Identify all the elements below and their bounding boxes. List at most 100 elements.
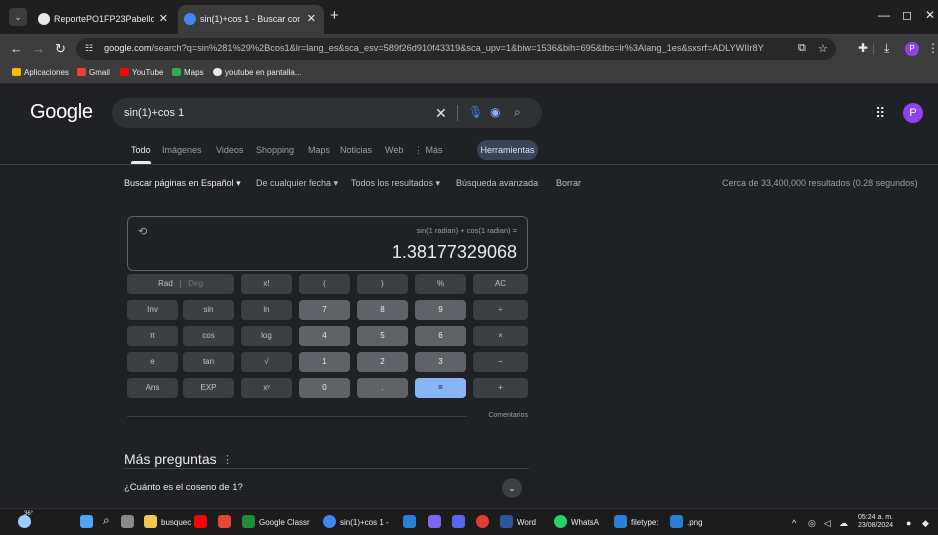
key-inv[interactable]: Inv xyxy=(127,300,178,320)
tab-search-button[interactable]: ⌄ xyxy=(9,8,27,26)
google-apps-icon[interactable]: ⠿ xyxy=(875,105,885,122)
key-factorial[interactable]: x! xyxy=(241,274,292,294)
start-button[interactable] xyxy=(80,515,97,528)
advanced-search-link[interactable]: Búsqueda avanzada xyxy=(456,178,538,188)
key-5[interactable]: 5 xyxy=(357,326,408,346)
key-plus[interactable]: + xyxy=(473,378,528,398)
search-input[interactable]: sin(1)+cos 1 xyxy=(124,107,184,119)
profile-avatar[interactable]: P xyxy=(905,42,919,56)
task-view-button[interactable] xyxy=(121,515,138,528)
wifi-icon[interactable]: ◎ xyxy=(808,518,816,529)
taskbar-app-youtube[interactable] xyxy=(194,515,211,528)
tools-button[interactable]: Herramientas xyxy=(477,140,538,160)
chevron-up-icon[interactable]: ^ xyxy=(792,518,796,528)
tab-mas[interactable]: ⋮ Más xyxy=(414,145,443,156)
history-icon[interactable]: ⟲ xyxy=(138,225,147,238)
key-8[interactable]: 8 xyxy=(357,300,408,320)
tab-imagenes[interactable]: Imágenes xyxy=(162,145,202,155)
taskbar-app-whatsapp[interactable]: WhatsA xyxy=(554,515,599,528)
restore-icon[interactable]: ◻ xyxy=(902,8,912,22)
account-avatar[interactable]: P xyxy=(903,103,923,123)
close-icon[interactable]: ✕ xyxy=(307,5,316,34)
language-filter[interactable]: Buscar páginas en Español ▾ xyxy=(124,178,241,189)
key-sin[interactable]: sin xyxy=(183,300,234,320)
key-ln[interactable]: ln xyxy=(241,300,292,320)
key-7[interactable]: 7 xyxy=(299,300,350,320)
key-cos[interactable]: cos xyxy=(183,326,234,346)
taskbar-app-gmail[interactable] xyxy=(218,515,235,528)
tab-google-search[interactable]: sin(1)+cos 1 - Buscar con Goo ✕ xyxy=(178,5,324,34)
key-1[interactable]: 1 xyxy=(299,352,350,372)
date-filter[interactable]: De cualquier fecha ▾ xyxy=(256,178,338,189)
onedrive-icon[interactable]: ☁ xyxy=(839,518,848,529)
tab-noticias[interactable]: Noticias xyxy=(340,145,372,155)
key-multiply[interactable]: × xyxy=(473,326,528,346)
rad-deg-toggle[interactable]: Rad | Deg xyxy=(127,274,234,294)
new-tab-button[interactable]: + xyxy=(330,7,339,24)
key-exp[interactable]: EXP xyxy=(183,378,234,398)
more-options-icon[interactable]: ⋮ xyxy=(222,453,233,466)
key-decimal[interactable]: . xyxy=(357,378,408,398)
tab-shopping[interactable]: Shopping xyxy=(256,145,294,155)
key-divide[interactable]: ÷ xyxy=(473,300,528,320)
bookmark-star-icon[interactable]: ☆ xyxy=(818,42,828,55)
key-deg[interactable]: Deg xyxy=(188,279,203,288)
minimize-icon[interactable]: — xyxy=(878,8,890,22)
clear-filters-link[interactable]: Borrar xyxy=(556,178,581,188)
key-log[interactable]: log xyxy=(241,326,292,346)
notification-icon[interactable]: ● xyxy=(906,518,911,528)
key-e[interactable]: e xyxy=(127,352,178,372)
bookmark-youtube-pantalla[interactable]: youtube en pantalla... xyxy=(213,68,302,77)
taskbar-app-png[interactable]: .png xyxy=(670,515,703,528)
key-open-paren[interactable]: ( xyxy=(299,274,350,294)
key-sqrt[interactable]: √ xyxy=(241,352,292,372)
taskbar-app-photos[interactable] xyxy=(403,515,420,528)
search-icon[interactable]: ⌕ xyxy=(103,513,110,528)
back-icon[interactable]: ← xyxy=(10,41,23,56)
key-0[interactable]: 0 xyxy=(299,378,350,398)
results-filter[interactable]: Todos los resultados ▾ xyxy=(351,178,440,189)
volume-icon[interactable]: ◁ xyxy=(824,518,831,529)
key-close-paren[interactable]: ) xyxy=(357,274,408,294)
chevron-down-icon[interactable]: ⌄ xyxy=(502,478,522,498)
reload-icon[interactable]: ↻ xyxy=(55,41,66,57)
google-logo[interactable]: Google xyxy=(30,101,93,124)
site-info-icon[interactable]: ☷ xyxy=(85,43,93,54)
taskbar-app-chrome[interactable]: sin(1)+cos 1 - xyxy=(323,515,389,528)
close-icon[interactable]: ✕ xyxy=(159,5,168,34)
menu-icon[interactable]: ⋮ xyxy=(927,41,938,55)
taskbar-app-m[interactable] xyxy=(428,515,445,528)
clear-icon[interactable]: ✕ xyxy=(435,105,447,122)
tab-reporte[interactable]: ReportePO1FP23PabelloSantos ✕ xyxy=(32,5,176,34)
bookmark-maps[interactable]: Maps xyxy=(172,68,204,77)
key-ac[interactable]: AC xyxy=(473,274,528,294)
key-2[interactable]: 2 xyxy=(357,352,408,372)
key-ans[interactable]: Ans xyxy=(127,378,178,398)
key-3[interactable]: 3 xyxy=(415,352,466,372)
bookmark-apps[interactable]: Aplicaciones xyxy=(12,68,69,77)
key-tan[interactable]: tan xyxy=(183,352,234,372)
taskbar-app-discord[interactable] xyxy=(452,515,469,528)
search-box[interactable]: sin(1)+cos 1 ✕ 🎙 ◉ ⌕ xyxy=(112,98,542,128)
key-power[interactable]: xʸ xyxy=(241,378,292,398)
url-text[interactable]: google.com/search?q=sin%281%29%2Bcos1&lr… xyxy=(104,43,764,53)
forward-icon[interactable]: → xyxy=(32,41,45,56)
taskbar-app-filetype[interactable]: filetype: xyxy=(614,515,659,528)
key-equals[interactable]: = xyxy=(415,378,466,398)
tab-todo[interactable]: Todo xyxy=(131,145,151,164)
tab-videos[interactable]: Videos xyxy=(216,145,243,155)
open-in-app-icon[interactable]: ⧉ xyxy=(798,42,806,55)
key-minus[interactable]: − xyxy=(473,352,528,372)
question-item[interactable]: ¿Cuánto es el coseno de 1? xyxy=(124,482,243,493)
key-9[interactable]: 9 xyxy=(415,300,466,320)
taskbar-app-word[interactable]: Word xyxy=(500,515,536,528)
clock[interactable]: 05:24 a. m. 23/08/2024 xyxy=(858,514,893,530)
tab-maps[interactable]: Maps xyxy=(308,145,330,155)
taskbar-app-explorer[interactable]: busquec xyxy=(144,515,191,528)
bookmark-youtube[interactable]: YouTube xyxy=(120,68,163,77)
lens-icon[interactable]: ◉ xyxy=(490,105,500,119)
feedback-link[interactable]: Comentarios xyxy=(488,412,528,419)
tab-web[interactable]: Web xyxy=(385,145,403,155)
key-6[interactable]: 6 xyxy=(415,326,466,346)
window-close-icon[interactable]: ✕ xyxy=(925,8,935,22)
